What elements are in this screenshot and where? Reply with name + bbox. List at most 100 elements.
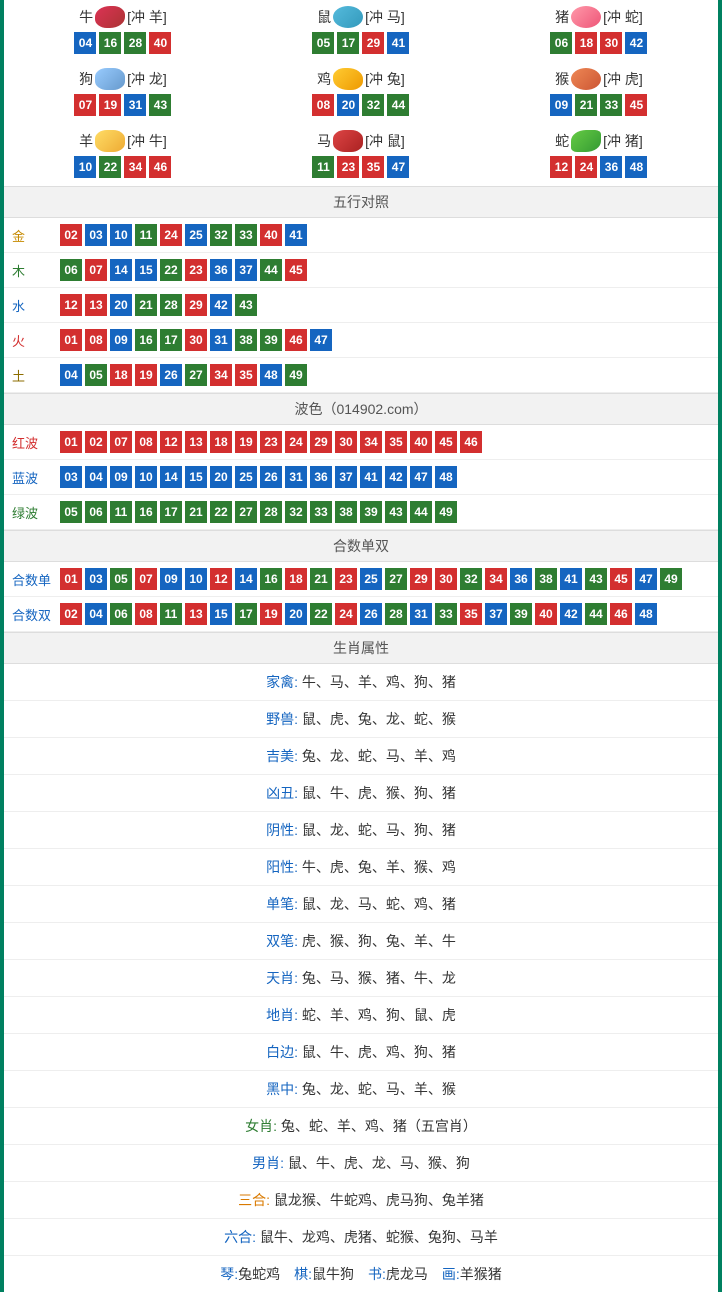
zodiac-chong: [冲 鼠] — [365, 131, 405, 151]
zodiac-cell: 蛇[冲 猪]12243648 — [480, 124, 718, 186]
data-row: 蓝波03040910141520252631363741424748 — [4, 460, 718, 495]
row-balls: 04051819262734354849 — [60, 364, 307, 386]
ball: 05 — [60, 501, 82, 523]
ball: 13 — [85, 294, 107, 316]
ball: 19 — [99, 94, 121, 116]
four-key: 画: — [442, 1266, 460, 1282]
zodiac-cell: 猴[冲 虎]09213345 — [480, 62, 718, 124]
ball: 48 — [260, 364, 282, 386]
heshu-table: 合数单0103050709101214161821232527293032343… — [4, 562, 718, 632]
zodiac-balls: 05172941 — [242, 32, 480, 54]
ball: 46 — [460, 431, 482, 453]
zodiac-balls: 10223446 — [4, 156, 242, 178]
ball: 19 — [235, 431, 257, 453]
ball: 05 — [312, 32, 334, 54]
attr-key: 野兽: — [266, 711, 298, 727]
attr-key: 白边: — [266, 1044, 298, 1060]
zodiac-name: 马 — [317, 131, 331, 151]
zodiac-title: 猴 [冲 虎] — [480, 68, 718, 90]
ball: 05 — [85, 364, 107, 386]
row-label: 蓝波 — [12, 468, 60, 487]
zodiac-cell: 鼠[冲 马]05172941 — [242, 0, 480, 62]
ball: 13 — [185, 603, 207, 625]
attr-key: 男肖: — [252, 1155, 284, 1171]
ball: 17 — [235, 603, 257, 625]
ball: 47 — [310, 329, 332, 351]
ball: 38 — [335, 501, 357, 523]
four-val: 鼠牛狗 — [312, 1266, 354, 1282]
ball: 19 — [135, 364, 157, 386]
ball: 32 — [460, 568, 482, 590]
ball: 11 — [160, 603, 182, 625]
ball: 31 — [410, 603, 432, 625]
ball: 12 — [210, 568, 232, 590]
data-row: 金02031011242532334041 — [4, 218, 718, 253]
ball: 35 — [235, 364, 257, 386]
zodiac-name: 猴 — [555, 69, 569, 89]
data-row: 火0108091617303138394647 — [4, 323, 718, 358]
attr-row: 三合: 鼠龙猴、牛蛇鸡、虎马狗、兔羊猪 — [4, 1182, 718, 1219]
ball: 26 — [360, 603, 382, 625]
ball: 37 — [335, 466, 357, 488]
attr-row: 吉美: 兔、龙、蛇、马、羊、鸡 — [4, 738, 718, 775]
attr-key: 三合: — [238, 1192, 270, 1208]
ball: 36 — [600, 156, 622, 178]
ball: 06 — [110, 603, 132, 625]
attr-row: 地肖: 蛇、羊、鸡、狗、鼠、虎 — [4, 997, 718, 1034]
ball: 02 — [60, 224, 82, 246]
attr-table: 家禽: 牛、马、羊、鸡、狗、猪野兽: 鼠、虎、兔、龙、蛇、猴吉美: 兔、龙、蛇、… — [4, 664, 718, 1256]
ball: 03 — [60, 466, 82, 488]
attr-key: 地肖: — [266, 1007, 298, 1023]
ball: 26 — [260, 466, 282, 488]
ball: 07 — [135, 568, 157, 590]
ball: 27 — [385, 568, 407, 590]
zodiac-title: 蛇[冲 猪] — [480, 130, 718, 152]
ball: 35 — [362, 156, 384, 178]
ball: 38 — [535, 568, 557, 590]
ball: 39 — [360, 501, 382, 523]
four-key: 棋: — [294, 1266, 312, 1282]
attr-val: 兔、龙、蛇、马、羊、猴 — [298, 1081, 456, 1097]
ball: 10 — [185, 568, 207, 590]
ball: 14 — [235, 568, 257, 590]
ball: 06 — [60, 259, 82, 281]
zodiac-name: 猪 — [555, 7, 569, 27]
ball: 18 — [210, 431, 232, 453]
row-label: 红波 — [12, 433, 60, 452]
attr-val: 鼠牛、龙鸡、虎猪、蛇猴、兔狗、马羊 — [256, 1229, 498, 1245]
ball: 22 — [310, 603, 332, 625]
zodiac-chong: [冲 马] — [365, 7, 405, 27]
ball: 16 — [99, 32, 121, 54]
zodiac-chong: [冲 龙] — [127, 69, 167, 89]
ball: 33 — [600, 94, 622, 116]
ball: 02 — [85, 431, 107, 453]
ball: 18 — [110, 364, 132, 386]
ball: 03 — [85, 224, 107, 246]
attr-row: 家禽: 牛、马、羊、鸡、狗、猪 — [4, 664, 718, 701]
ball: 42 — [560, 603, 582, 625]
ball: 43 — [235, 294, 257, 316]
ball: 17 — [160, 501, 182, 523]
ball: 40 — [149, 32, 171, 54]
attr-key: 凶丑: — [266, 785, 298, 801]
zodiac-chong: [冲 虎] — [603, 69, 643, 89]
ball: 20 — [337, 94, 359, 116]
row-balls: 0108091617303138394647 — [60, 329, 332, 351]
ball: 28 — [124, 32, 146, 54]
ball: 35 — [460, 603, 482, 625]
ball: 37 — [235, 259, 257, 281]
ball: 40 — [260, 224, 282, 246]
ball: 06 — [85, 501, 107, 523]
ball: 08 — [312, 94, 334, 116]
ball: 01 — [60, 568, 82, 590]
attr-row: 女肖: 兔、蛇、羊、鸡、猪（五宫肖） — [4, 1108, 718, 1145]
ball: 17 — [337, 32, 359, 54]
four-key: 琴: — [220, 1266, 238, 1282]
ball: 32 — [362, 94, 384, 116]
ball: 01 — [60, 329, 82, 351]
attr-val: 牛、马、羊、鸡、狗、猪 — [298, 674, 456, 690]
ball: 45 — [285, 259, 307, 281]
ball: 22 — [210, 501, 232, 523]
attr-key: 六合: — [224, 1229, 256, 1245]
row-label: 火 — [12, 331, 60, 350]
